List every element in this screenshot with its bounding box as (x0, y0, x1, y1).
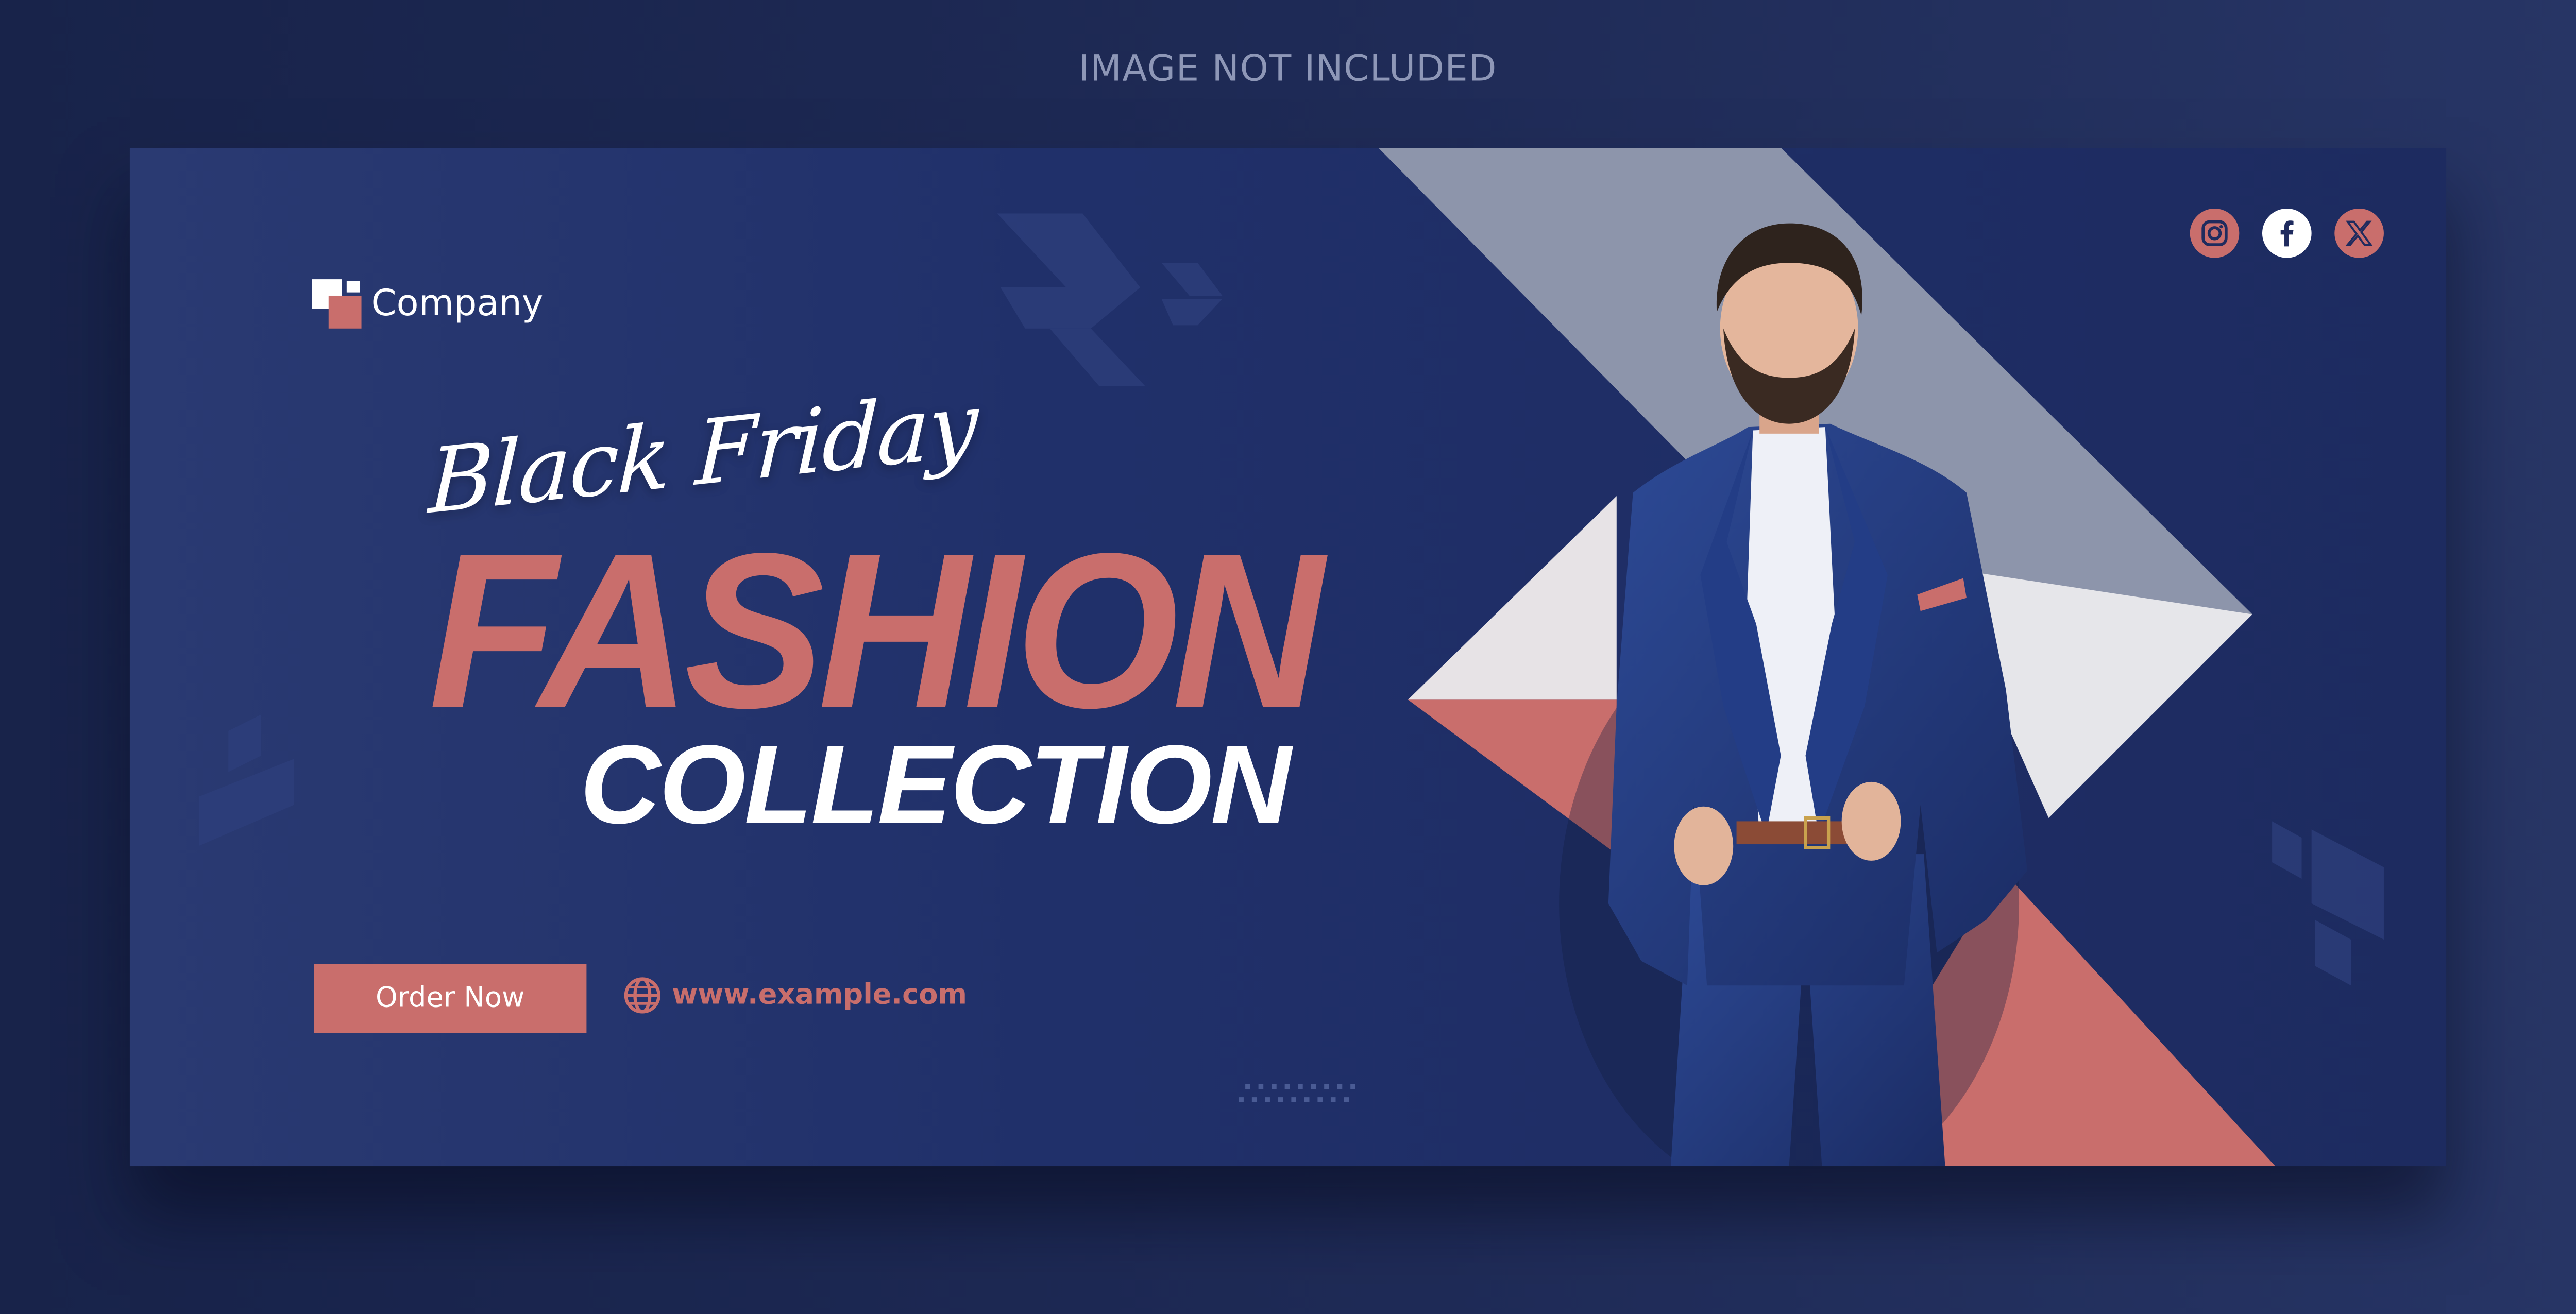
instagram-icon[interactable] (2190, 208, 2240, 258)
company-name: Company (371, 283, 544, 325)
model-photo (1559, 223, 2027, 1167)
website-link[interactable]: www.example.com (623, 976, 967, 1015)
main-headline: FASHION (429, 508, 1324, 756)
company-logo[interactable]: Company (312, 279, 544, 329)
stacked-squares-logo-icon (312, 279, 362, 329)
x-icon[interactable] (2334, 208, 2384, 258)
page: IMAGE NOT INCLUDED Company Black Friday … (0, 0, 2576, 1314)
website-url: www.example.com (672, 979, 968, 1012)
order-now-button[interactable]: Order Now (314, 964, 587, 1033)
image-not-included-note: IMAGE NOT INCLUDED (1078, 49, 1497, 91)
dot-pattern (1239, 1084, 1355, 1102)
sub-headline: COLLECTION (580, 723, 1292, 848)
banner: Company Black Friday FASHION COLLECTION … (129, 147, 2447, 1167)
social-icons (2190, 208, 2384, 258)
globe-icon (624, 977, 660, 1014)
facebook-icon[interactable] (2262, 208, 2312, 258)
